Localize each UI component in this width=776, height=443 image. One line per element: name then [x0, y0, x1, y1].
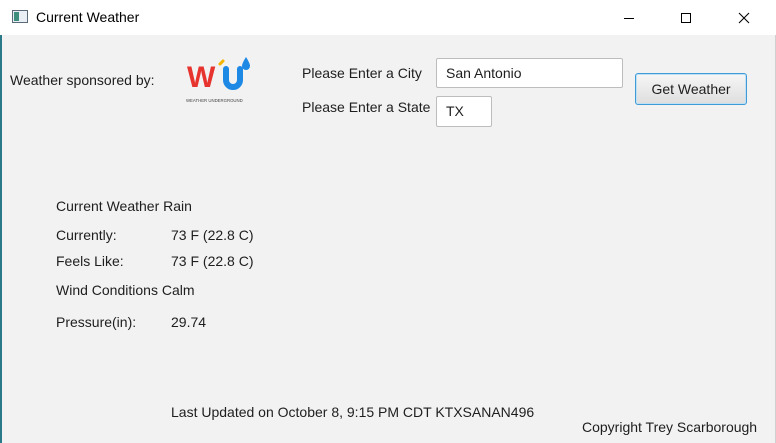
currently-label: Currently: [56, 227, 117, 243]
pressure-label: Pressure(in): [56, 314, 137, 330]
app-icon [12, 10, 28, 23]
get-weather-button[interactable]: Get Weather [635, 73, 747, 105]
feels-like-value: 73 F (22.8 C) [171, 253, 254, 269]
logo-caption: WEATHER UNDERGROUND [186, 98, 243, 103]
state-input[interactable]: TX [436, 96, 492, 127]
svg-text:W: W [187, 61, 216, 94]
window-left-border [0, 35, 2, 443]
condition-text: Current Weather Rain [56, 198, 192, 214]
wind-conditions-text: Wind Conditions Calm [56, 282, 195, 298]
state-label: Please Enter a State [302, 99, 431, 115]
minimize-icon [624, 17, 634, 19]
window-title: Current Weather [36, 9, 140, 25]
city-input[interactable]: San Antonio [436, 58, 623, 88]
copyright-text: Copyright Trey Scarborough [582, 419, 758, 435]
feels-like-label: Feels Like: [56, 253, 124, 269]
sponsor-label: Weather sponsored by: [10, 72, 155, 88]
close-icon [738, 12, 750, 23]
maximize-icon [681, 12, 691, 23]
maximize-button[interactable] [663, 0, 709, 35]
weather-underground-logo: W WEATHER UNDERGROUND [186, 57, 250, 103]
last-updated-text: Last Updated on October 8, 9:15 PM CDT K… [171, 404, 535, 420]
currently-value: 73 F (22.8 C) [171, 227, 254, 243]
city-label: Please Enter a City [302, 65, 422, 81]
pressure-value: 29.74 [171, 314, 207, 330]
minimize-button[interactable] [606, 0, 652, 35]
close-button[interactable] [721, 0, 767, 35]
title-bar: Current Weather [0, 0, 776, 35]
